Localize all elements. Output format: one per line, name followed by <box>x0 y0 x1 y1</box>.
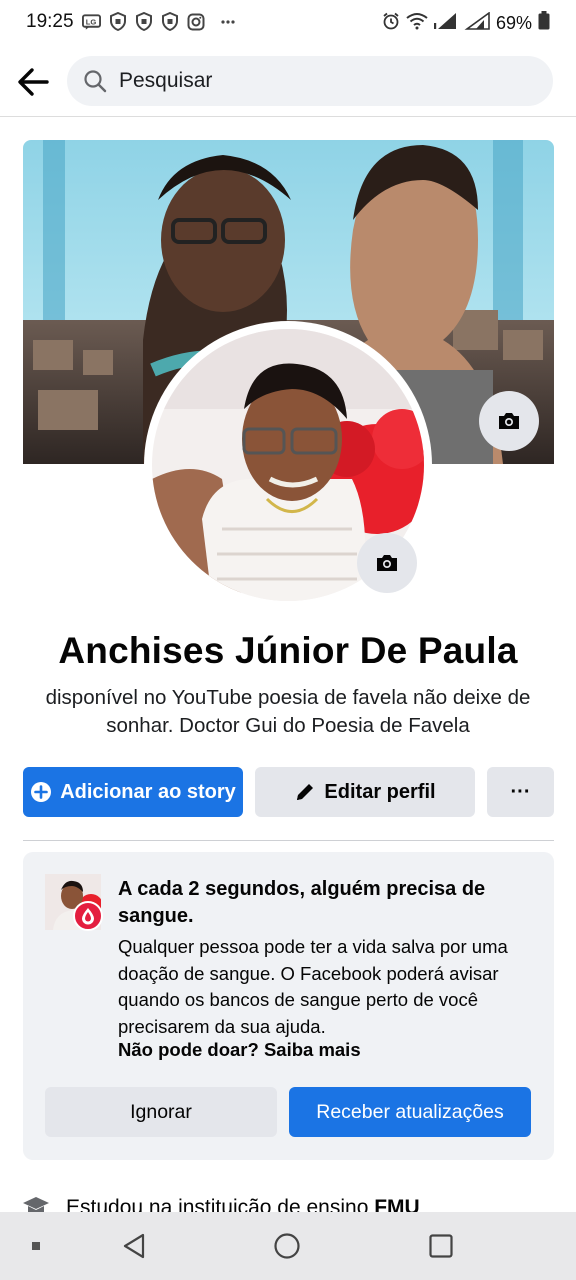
receive-updates-button[interactable]: Receber atualizações <box>289 1087 531 1137</box>
status-bar: 19:25 LG 69% <box>0 0 576 46</box>
blood-card-body: Qualquer pessoa pode ter a vida salva po… <box>118 936 508 1037</box>
blood-card-learn-more-link[interactable]: Não pode doar? Saiba mais <box>118 1039 361 1061</box>
add-to-story-button[interactable]: Adicionar ao story <box>23 767 243 817</box>
ignore-label: Ignorar <box>130 1100 192 1123</box>
top-bar <box>0 46 576 117</box>
nav-back-icon[interactable] <box>117 1229 151 1263</box>
svg-text:LG: LG <box>86 17 97 26</box>
section-divider <box>23 840 554 841</box>
status-time: 19:25 <box>26 11 74 32</box>
alarm-icon <box>382 12 400 35</box>
receive-updates-label: Receber atualizações <box>316 1100 504 1123</box>
blood-card-title: A cada 2 segundos, alguém precisa de san… <box>118 878 486 927</box>
shield-icon <box>108 12 127 31</box>
signal-icon <box>464 10 490 35</box>
instagram-icon <box>186 12 205 31</box>
wifi-icon <box>406 12 428 35</box>
back-arrow-icon[interactable] <box>16 64 52 100</box>
ignore-button[interactable]: Ignorar <box>45 1087 277 1137</box>
shield-icon <box>134 12 153 31</box>
blood-drop-icon <box>73 901 103 931</box>
nav-recents-icon[interactable] <box>424 1229 458 1263</box>
camera-icon <box>499 413 519 429</box>
nav-home-icon[interactable] <box>270 1229 304 1263</box>
lg-icon: LG <box>82 12 101 31</box>
edit-profile-button[interactable]: Editar perfil <box>255 767 475 817</box>
battery-icon <box>538 11 550 35</box>
search-bar[interactable] <box>67 56 553 106</box>
system-nav-bar <box>0 1212 576 1280</box>
shield-icon <box>160 12 179 31</box>
search-input[interactable] <box>117 68 501 94</box>
camera-icon <box>377 555 397 571</box>
recent-dot-icon[interactable] <box>19 1229 53 1263</box>
signal-icon <box>433 12 458 35</box>
more-options-label: ··· <box>510 780 531 803</box>
status-notification-icons: LG <box>82 12 237 31</box>
status-system-icons: 69% <box>382 10 550 35</box>
profile-name: Anchises Júnior De Paula <box>58 630 518 671</box>
edit-profile-label: Editar perfil <box>324 780 436 803</box>
plus-circle-icon <box>30 781 52 803</box>
more-dots-icon <box>218 12 237 31</box>
cover-camera-button[interactable] <box>479 391 539 451</box>
profile-bio: disponível no YouTube poesia de favela n… <box>45 686 531 737</box>
blood-donation-card: A cada 2 segundos, alguém precisa de san… <box>23 852 554 1160</box>
battery-level: 69% <box>495 12 532 33</box>
pencil-icon <box>294 781 316 803</box>
add-to-story-label: Adicionar ao story <box>60 780 236 803</box>
search-icon <box>83 69 107 93</box>
more-options-button[interactable]: ··· <box>487 767 554 817</box>
avatar-camera-button[interactable] <box>357 533 417 593</box>
